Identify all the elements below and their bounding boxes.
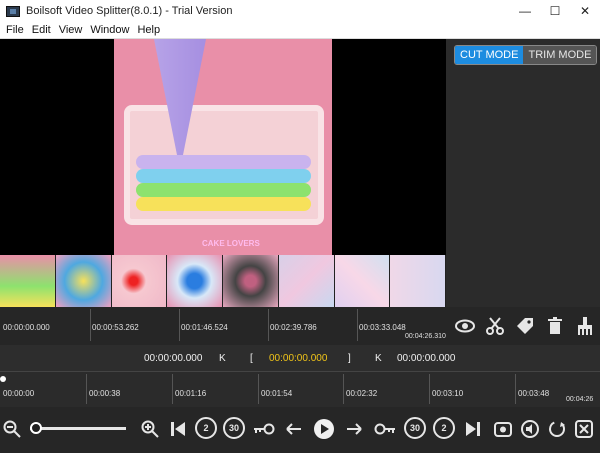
thumbnail[interactable] bbox=[334, 255, 391, 307]
thumbnail[interactable] bbox=[223, 255, 279, 307]
video-preview[interactable]: CAKE LOVERS bbox=[0, 39, 446, 255]
cut-timeline[interactable]: 00:00:00.000 00:00:53.262 00:01:46.524 0… bbox=[0, 307, 600, 345]
skip-to-start-icon[interactable] bbox=[166, 417, 190, 441]
end-time[interactable]: 00:00:00.000 bbox=[397, 353, 455, 364]
thumbnail[interactable] bbox=[167, 255, 223, 307]
start-time[interactable]: 00:00:00.000 bbox=[144, 353, 202, 364]
ruler-tick bbox=[429, 374, 430, 404]
zoom-slider-track[interactable] bbox=[30, 427, 126, 430]
bracket-close: ] bbox=[348, 352, 351, 364]
bracket-open: [ bbox=[250, 352, 253, 364]
play-icon[interactable] bbox=[312, 417, 336, 441]
thumbnail[interactable] bbox=[0, 255, 56, 307]
step-forward-arrow-icon[interactable] bbox=[342, 417, 366, 441]
ruler-label: 00:03:10 bbox=[432, 389, 464, 398]
scissors-icon[interactable] bbox=[480, 311, 510, 341]
video-watermark: CAKE LOVERS bbox=[202, 239, 260, 248]
zoom-in-icon[interactable] bbox=[138, 417, 162, 441]
icing-stripe-green bbox=[136, 183, 311, 197]
broom-icon[interactable] bbox=[570, 311, 600, 341]
current-time: 00:00:00.000 bbox=[269, 352, 328, 364]
zoom-out-icon[interactable] bbox=[0, 417, 24, 441]
skip-to-end-icon[interactable] bbox=[461, 417, 485, 441]
ruler-label: 00:02:32 bbox=[346, 389, 378, 398]
mode-toggle: CUT MODE TRIM MODE bbox=[454, 45, 598, 65]
ruler-label: 00:01:54 bbox=[261, 389, 293, 398]
timeline-label: 00:00:00.000 bbox=[3, 323, 50, 332]
eye-icon[interactable] bbox=[450, 311, 480, 341]
ruler-tick bbox=[86, 374, 87, 404]
window-title: Boilsoft Video Splitter(8.0.1) - Trial V… bbox=[26, 5, 233, 17]
timeline-end-label: 00:04:26.310 bbox=[405, 333, 446, 340]
thumbnail[interactable] bbox=[111, 255, 168, 307]
thumbnail-strip[interactable] bbox=[0, 255, 446, 307]
menu-file[interactable]: File bbox=[6, 24, 24, 36]
ruler-tick bbox=[357, 309, 358, 341]
close-button[interactable]: ✕ bbox=[570, 0, 600, 22]
timeline-label: 00:01:46.524 bbox=[181, 323, 228, 332]
playhead[interactable] bbox=[0, 376, 6, 382]
ruler-tick bbox=[343, 374, 344, 404]
ruler-tick bbox=[172, 374, 173, 404]
cut-tools bbox=[450, 307, 600, 345]
ruler-label: 00:01:16 bbox=[175, 389, 207, 398]
bottom-timeline-ruler[interactable]: 00:00:00 00:00:38 00:01:16 00:01:54 00:0… bbox=[0, 371, 600, 407]
prev-mark-button[interactable]: K bbox=[219, 353, 226, 364]
timeline-label: 00:02:39.786 bbox=[270, 323, 317, 332]
ruler-tick bbox=[268, 309, 269, 341]
ruler-tick bbox=[258, 374, 259, 404]
top-timeline-ruler[interactable]: 00:00:00.000 00:00:53.262 00:01:46.524 0… bbox=[0, 307, 446, 345]
ruler-tick bbox=[90, 309, 91, 341]
key-left-icon[interactable] bbox=[252, 417, 276, 441]
next-mark-button[interactable]: K bbox=[375, 353, 382, 364]
thumbnail[interactable] bbox=[55, 255, 112, 307]
icing-stripe-purple bbox=[136, 155, 311, 169]
back-2-seconds-icon[interactable]: 2 bbox=[195, 417, 217, 439]
zoom-slider-handle[interactable] bbox=[30, 422, 42, 434]
snapshot-icon[interactable] bbox=[491, 417, 515, 441]
forward-2-seconds-icon[interactable]: 2 bbox=[433, 417, 455, 439]
ruler-label: 00:03:48 bbox=[518, 389, 550, 398]
icing-stripe-blue bbox=[136, 169, 311, 183]
ruler-tick bbox=[515, 374, 516, 404]
trim-mode-button[interactable]: TRIM MODE bbox=[523, 46, 597, 64]
back-30-seconds-icon[interactable]: 30 bbox=[223, 417, 245, 439]
thumbnail[interactable] bbox=[390, 255, 446, 307]
playback-controls: 2 30 30 2 bbox=[0, 407, 600, 453]
menu-edit[interactable]: Edit bbox=[32, 24, 51, 36]
maximize-button[interactable]: ☐ bbox=[540, 0, 570, 22]
tag-icon[interactable] bbox=[510, 311, 540, 341]
timeline-label: 00:00:53.262 bbox=[92, 323, 139, 332]
step-back-arrow-icon[interactable] bbox=[282, 417, 306, 441]
menu-window[interactable]: Window bbox=[90, 24, 129, 36]
cut-mode-button[interactable]: CUT MODE bbox=[455, 46, 524, 64]
ruler-tick bbox=[179, 309, 180, 341]
fullscreen-icon[interactable] bbox=[572, 417, 596, 441]
ruler-label: 00:00:00 bbox=[3, 389, 35, 398]
volume-icon[interactable] bbox=[518, 417, 542, 441]
thumbnail[interactable] bbox=[278, 255, 335, 307]
window-controls: — ☐ ✕ bbox=[510, 0, 600, 22]
cake-tray-image bbox=[124, 105, 324, 225]
video-frame: CAKE LOVERS bbox=[114, 39, 332, 255]
title-bar: Boilsoft Video Splitter(8.0.1) - Trial V… bbox=[0, 0, 600, 22]
mode-panel: CUT MODE TRIM MODE bbox=[446, 39, 600, 307]
menu-bar: File Edit View Window Help bbox=[0, 22, 600, 39]
key-right-icon[interactable] bbox=[373, 417, 397, 441]
app-icon bbox=[6, 5, 20, 17]
minimize-button[interactable]: — bbox=[510, 0, 540, 22]
menu-help[interactable]: Help bbox=[137, 24, 160, 36]
ruler-end-label: 00:04:26 bbox=[566, 396, 594, 403]
ruler-label: 00:00:38 bbox=[89, 389, 121, 398]
forward-30-seconds-icon[interactable]: 30 bbox=[404, 417, 426, 439]
time-readout-bar: 00:00:00.000 K [ 00:00:00.000 ] K 00:00:… bbox=[0, 345, 600, 371]
trash-icon[interactable] bbox=[540, 311, 570, 341]
icing-stripe-yellow bbox=[136, 197, 311, 211]
menu-view[interactable]: View bbox=[59, 24, 83, 36]
rotate-icon[interactable] bbox=[545, 417, 569, 441]
timeline-label: 00:03:33.048 bbox=[359, 323, 406, 332]
